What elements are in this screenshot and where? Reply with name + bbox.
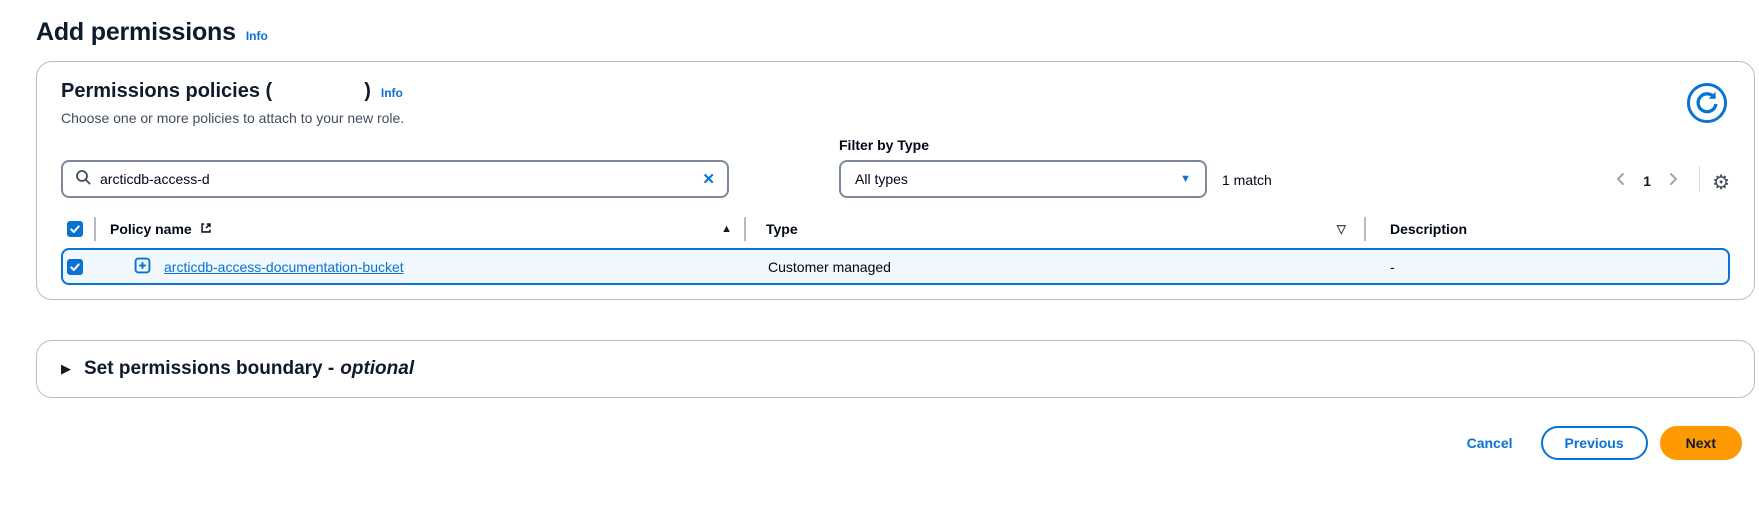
selected-filter-value: All types <box>855 171 908 187</box>
search-icon <box>75 169 91 190</box>
table-row[interactable]: arcticdb-access-documentation-bucket Cus… <box>61 248 1730 285</box>
page-info-link[interactable]: Info <box>246 29 268 43</box>
search-input[interactable] <box>100 171 693 187</box>
refresh-icon <box>1686 112 1728 127</box>
add-permissions-page: Add permissions Info Permissions policie… <box>0 0 1759 506</box>
pagination: 1 <box>1609 169 1685 192</box>
type-filter-select[interactable]: All types ▼ <box>839 160 1207 198</box>
permissions-policies-panel: Permissions policies () Info Choose one … <box>36 61 1755 300</box>
row-select-cell <box>63 259 96 275</box>
row-policy-name-cell: arcticdb-access-documentation-bucket <box>98 257 748 277</box>
wizard-footer: Cancel Previous Next <box>0 426 1742 460</box>
type-header-label: Type <box>766 221 798 237</box>
next-page-button[interactable] <box>1661 169 1685 192</box>
type-filter-group: Filter by Type All types ▼ <box>839 137 1207 198</box>
select-all-cell <box>61 221 94 237</box>
sort-ascending-icon[interactable]: ▲ <box>721 223 732 235</box>
table-controls: ✕ Filter by Type All types ▼ 1 match 1 <box>61 137 1730 198</box>
policy-name-link[interactable]: arcticdb-access-documentation-bucket <box>164 259 404 275</box>
boundary-panel-title: Set permissions boundary - optional <box>84 358 414 380</box>
page-title: Add permissions <box>36 18 236 47</box>
external-link-icon <box>199 221 213 238</box>
panel-title-prefix: Permissions policies ( <box>61 80 272 103</box>
boundary-optional-text: optional <box>340 358 414 379</box>
table-header-row: Policy name ▲ Type ▽ <box>61 212 1730 246</box>
panel-info-link[interactable]: Info <box>381 86 403 100</box>
select-all-checkbox[interactable] <box>67 221 83 237</box>
chevron-right-icon <box>1665 171 1681 190</box>
boundary-title-text: Set permissions boundary - <box>84 358 334 379</box>
panel-titles: Permissions policies () Info Choose one … <box>61 80 404 126</box>
page-header: Add permissions Info <box>0 0 1759 47</box>
chevron-down-icon: ▼ <box>1180 173 1191 185</box>
panel-description: Choose one or more policies to attach to… <box>61 110 404 126</box>
row-checkbox[interactable] <box>67 259 83 275</box>
column-header-policy-name[interactable]: Policy name ▲ <box>96 221 744 238</box>
policy-name-header-label: Policy name <box>110 221 192 237</box>
column-header-type[interactable]: Type ▽ <box>746 221 1364 237</box>
permissions-boundary-panel[interactable]: ▶ Set permissions boundary - optional <box>36 340 1755 398</box>
search-box[interactable]: ✕ <box>61 160 729 198</box>
expand-plus-icon <box>134 257 151 277</box>
description-header-label: Description <box>1390 221 1467 237</box>
policies-table: Policy name ▲ Type ▽ <box>61 212 1730 285</box>
previous-page-button[interactable] <box>1609 169 1633 192</box>
column-header-description: Description <box>1366 221 1730 237</box>
refresh-button[interactable] <box>1686 82 1728 127</box>
gear-icon: ⚙ <box>1712 172 1730 194</box>
panel-title: Permissions policies () Info <box>61 80 404 103</box>
row-description-cell: - <box>1366 259 1728 275</box>
cancel-button[interactable]: Cancel <box>1451 427 1529 459</box>
chevron-left-icon <box>1613 171 1629 190</box>
sort-descending-icon[interactable]: ▽ <box>1337 222 1346 236</box>
expand-row-button[interactable] <box>134 257 151 277</box>
match-count: 1 match <box>1222 172 1272 188</box>
table-settings-button[interactable]: ⚙ <box>1712 173 1730 193</box>
filter-label: Filter by Type <box>839 137 1207 153</box>
current-page-button[interactable]: 1 <box>1633 173 1661 189</box>
row-type-cell: Customer managed <box>748 259 1366 275</box>
divider <box>1699 166 1700 192</box>
expand-triangle-icon: ▶ <box>61 361 71 377</box>
clear-search-icon[interactable]: ✕ <box>702 172 715 187</box>
panel-title-suffix: ) <box>364 80 371 103</box>
next-button[interactable]: Next <box>1660 426 1742 460</box>
previous-button[interactable]: Previous <box>1541 426 1648 460</box>
